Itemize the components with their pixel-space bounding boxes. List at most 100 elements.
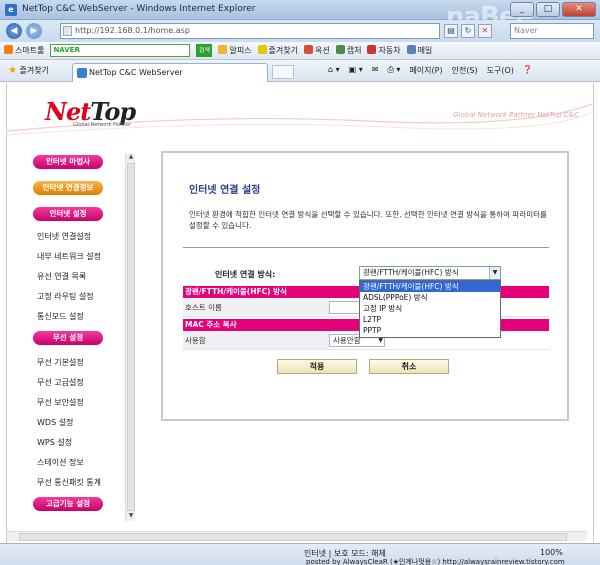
maximize-button[interactable]: □ [536,2,560,17]
toolbar-item-3[interactable]: 캡처 [335,45,362,56]
toolbar-item-1[interactable]: 즐겨찾기 [257,45,298,56]
print-button[interactable]: ⎙ ▾ [387,65,400,76]
close-button[interactable]: ✕ [562,2,596,17]
window-title: NetTop C&C WebServer - Windows Internet … [22,4,256,14]
minimize-button[interactable]: _ [510,2,534,17]
sidebar-section-internet[interactable]: 인터넷 설정 [33,207,103,221]
home-button[interactable]: ⌂ ▾ [328,65,340,76]
logo-subtitle: Global Network Partner [73,122,132,128]
title-bar: e NetTop C&C WebServer - Windows Interne… [0,0,600,32]
address-bar: ◀ ▶ http://192.168.0.1/home.asp ▤ ↻ ✕ Na… [0,20,600,42]
toolbar-label: 알피스 [229,46,252,55]
tab-page-icon [77,68,87,78]
scroll-thumb[interactable] [127,163,135,511]
search-input[interactable]: Naver [510,23,594,39]
mac-clone-value: 사용안함 [333,336,361,345]
compat-view-icon[interactable]: ▤ [444,24,458,38]
toolbar-label: 자동차 [378,46,401,55]
sidebar-item-station[interactable]: 스테이션 정보 [29,457,125,477]
stop-icon[interactable]: ✕ [478,24,492,38]
sidebar-item-wired[interactable]: 유선 연결 목록 [29,271,125,291]
tools-menu[interactable]: 도구(O) [487,65,514,76]
toolbar-item-4[interactable]: 자동차 [367,45,401,56]
toolbar-label: 메일 [417,46,433,55]
settings-panel: 인터넷 연결 설정 인터넷 환경에 적합한 인터넷 연결 방식을 선택할 수 있… [161,151,569,421]
connection-type-label: 인터넷 연결 방식: [215,270,276,279]
option-adsl[interactable]: ADSL(PPPoE) 방식 [360,292,500,303]
cancel-button[interactable]: 취소 [369,359,449,374]
smarttool-button[interactable]: 스마트툴 [4,45,44,56]
auction-icon [304,45,313,54]
description: 인터넷 환경에 적합한 인터넷 연결 방식을 선택할 수 있습니다. 또한, 선… [189,210,547,230]
zoom-level[interactable]: 100% [540,548,563,557]
hostname-label: 호스트 이름 [183,299,329,316]
favorites-label: 즐겨찾기 [19,66,49,75]
sidebar-section-wizard[interactable]: 인터넷 마법사 [33,155,103,169]
sidebar-section-status[interactable]: 인터넷 연결정보 [33,181,103,195]
sidebar-item-lan[interactable]: 내부 네트워크 설정 [29,251,125,271]
connection-type-dropdown: 광랜/FTTH/케이블(HFC) 방식 ADSL(PPPoE) 방식 고정 IP… [359,280,501,338]
toolbar-item-5[interactable]: 메일 [406,45,433,56]
option-cable[interactable]: 광랜/FTTH/케이블(HFC) 방식 [360,281,500,292]
sidebar-item-routing[interactable]: 고정 라우팅 설정 [29,291,125,311]
sidebar: 인터넷 마법사 인터넷 연결정보 인터넷 설정 인터넷 연결설정 내부 네트워크… [29,155,125,511]
toolbar-label: 옥션 [315,46,330,55]
status-bar: 인터넷 | 보호 모드: 해제 100% posted by AlwaysCle… [0,543,600,565]
sidebar-item-wl-adv[interactable]: 무선 고급설정 [29,377,125,397]
url-text: http://192.168.0.1/home.asp [75,26,190,35]
naver-search-button[interactable]: 검색 [196,44,213,57]
scroll-down-icon[interactable]: ▼ [127,512,135,521]
sidebar-section-advanced[interactable]: 고급기능 설정 [33,497,103,511]
favorites-button[interactable]: ★ 즐겨찾기 [8,65,49,76]
web-page: NetTop Global Network Partner Global Net… [6,83,594,543]
tab-title: NetTop C&C WebServer [89,68,183,77]
sidebar-item-wds[interactable]: WDS 설정 [29,417,125,437]
car-icon [367,45,377,54]
tab-nettop[interactable]: NetTop C&C WebServer [72,63,268,82]
sidebar-section-wireless[interactable]: 무선 설정 [33,331,103,345]
h-scroll-thumb[interactable] [19,533,567,541]
sidebar-item-mode[interactable]: 통신모드 설정 [29,311,125,331]
sidebar-item-stats[interactable]: 무선 통신패킷 통계 [29,477,125,497]
new-tab-button[interactable] [272,65,294,79]
option-l2tp[interactable]: L2TP [360,314,500,325]
forward-icon[interactable]: ▶ [26,23,42,39]
naver-toolbar: 스마트툴 NAVER 검색 알피스 즐겨찾기 옥션 캡처 자동차 메일 [0,42,600,60]
favorites-bar: ★ 즐겨찾기 NetTop C&C WebServer ⌂ ▾ ▣ ▾ ✉ ⎙ … [0,60,600,82]
refresh-icon[interactable]: ↻ [461,24,475,38]
ie-icon: e [5,4,17,16]
mac-clone-label: 사용함 [183,332,329,349]
credit-text: posted by AlwaysCleaR (★인계나멋용☆) http://a… [306,558,565,565]
toolbar-item-2[interactable]: 옥션 [304,45,330,56]
sidebar-scrollbar[interactable]: ▲ ▼ [125,153,135,521]
naver-search-input[interactable]: NAVER [50,44,191,57]
option-pptp[interactable]: PPTP [360,325,500,336]
help-icon[interactable]: ❓ [523,65,533,76]
toolbar-label: 즐겨찾기 [268,46,298,55]
page-menu[interactable]: 페이지(P) [409,65,442,76]
horizontal-scrollbar[interactable] [7,531,587,541]
sidebar-item-wl-basic[interactable]: 무선 기본설정 [29,357,125,377]
page-title: 인터넷 연결 설정 [189,185,261,196]
sidebar-item-wps[interactable]: WPS 설정 [29,437,125,457]
apply-button[interactable]: 적용 [277,359,357,374]
sidebar-item-conn[interactable]: 인터넷 연결설정 [29,231,125,251]
sidebar-item-wl-sec[interactable]: 무선 보안설정 [29,397,125,417]
connection-type-select[interactable]: 광랜/FTTH/케이블(HFC) 방식 ▼ [359,266,501,280]
toolbar-label: 캡처 [346,46,362,55]
chevron-down-icon: ▼ [489,267,500,279]
mail-button[interactable]: ✉ [372,65,379,76]
back-icon[interactable]: ◀ [6,23,22,39]
safety-menu[interactable]: 안전(S) [452,65,478,76]
mail-icon [406,45,416,54]
home-icon [4,45,13,54]
scroll-up-icon[interactable]: ▲ [127,153,135,162]
divider [183,247,549,248]
connection-type-value: 광랜/FTTH/케이블(HFC) 방식 [363,268,459,277]
option-static-ip[interactable]: 고정 IP 방식 [360,303,500,314]
capture-icon [335,45,345,54]
toolbar-item-0[interactable]: 알피스 [218,45,252,56]
url-input[interactable]: http://192.168.0.1/home.asp [60,23,440,39]
feeds-button[interactable]: ▣ ▾ [349,65,363,76]
key-icon [218,45,228,54]
